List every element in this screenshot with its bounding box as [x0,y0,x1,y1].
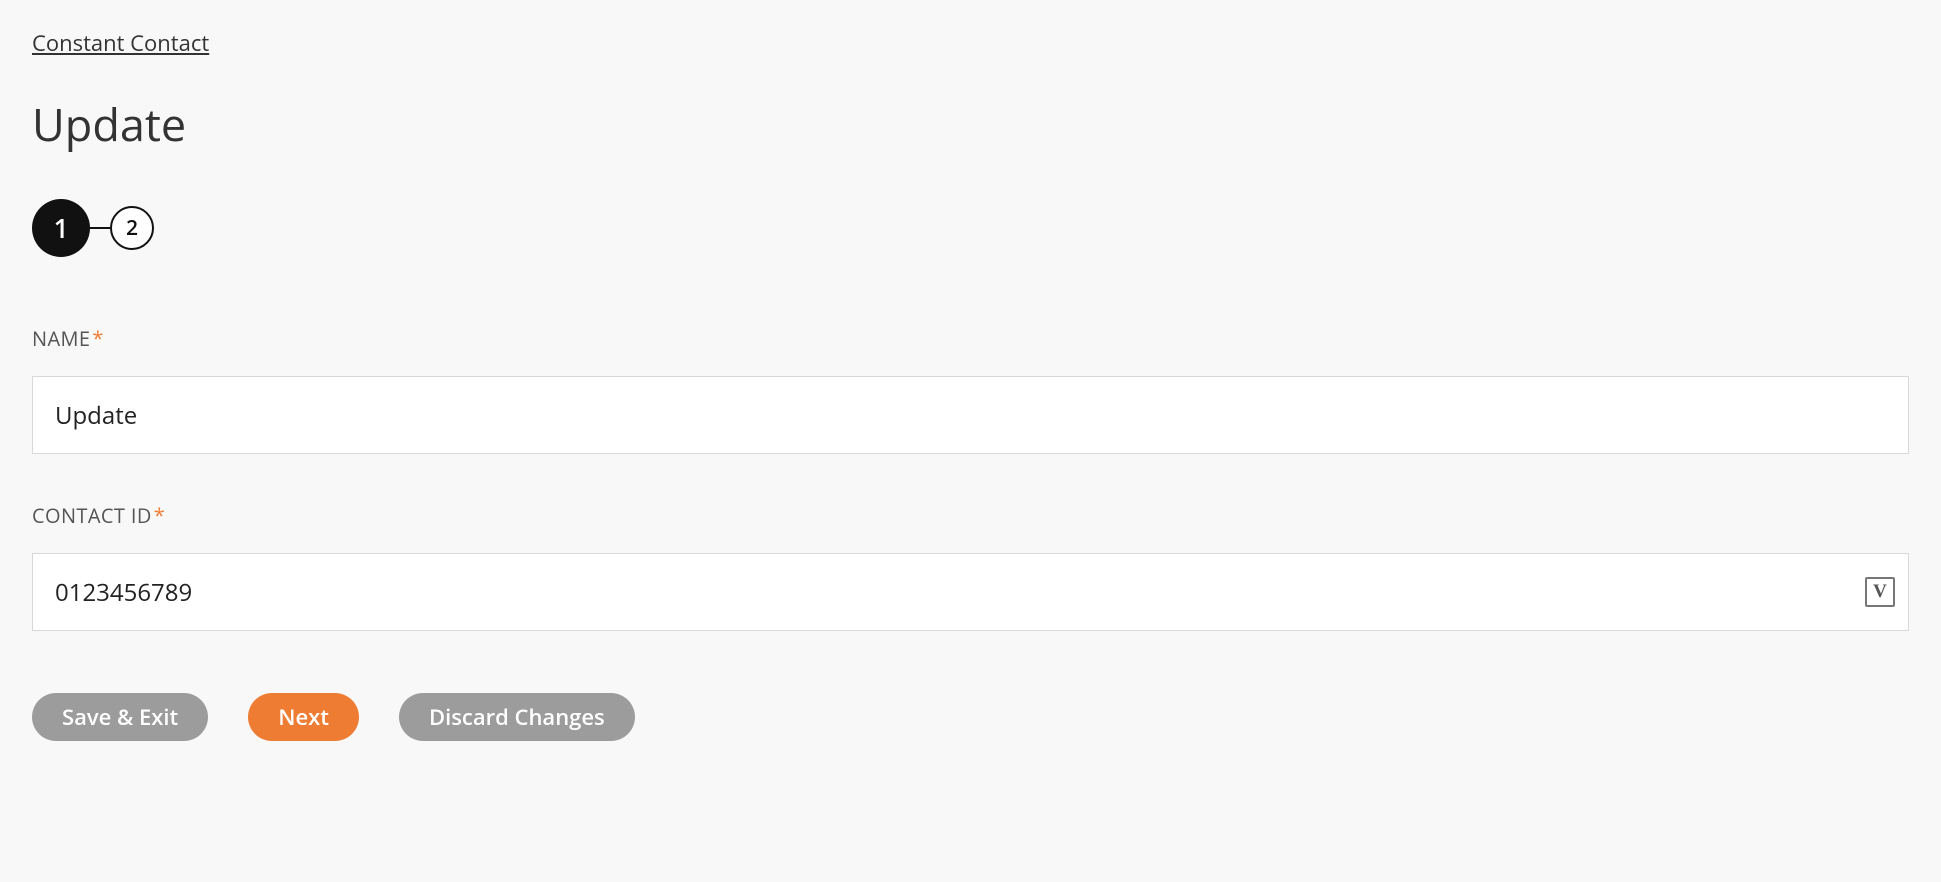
breadcrumb-link[interactable]: Constant Contact [32,28,209,58]
button-row: Save & Exit Next Discard Changes [32,693,1909,741]
stepper: 1 2 [32,199,1909,257]
contact-id-input-wrap: V [32,553,1909,631]
form-group-name: NAME* [32,325,1909,454]
page-root: Constant Contact Update 1 2 NAME* CONTAC… [0,0,1941,781]
variable-badge-icon[interactable]: V [1865,577,1895,607]
name-label: NAME* [32,325,1909,352]
page-title: Update [32,94,1909,155]
step-connector [90,227,110,229]
name-label-text: NAME [32,325,90,352]
contact-id-label: CONTACT ID* [32,502,1909,529]
contact-id-input[interactable] [32,553,1909,631]
name-input[interactable] [32,376,1909,454]
step-1[interactable]: 1 [32,199,90,257]
form-group-contact-id: CONTACT ID* V [32,502,1909,631]
required-indicator: * [154,502,165,529]
discard-changes-button[interactable]: Discard Changes [399,693,635,741]
step-2[interactable]: 2 [110,206,154,250]
name-input-wrap [32,376,1909,454]
contact-id-label-text: CONTACT ID [32,502,152,529]
save-exit-button[interactable]: Save & Exit [32,693,208,741]
next-button[interactable]: Next [248,693,359,741]
required-indicator: * [92,325,103,352]
